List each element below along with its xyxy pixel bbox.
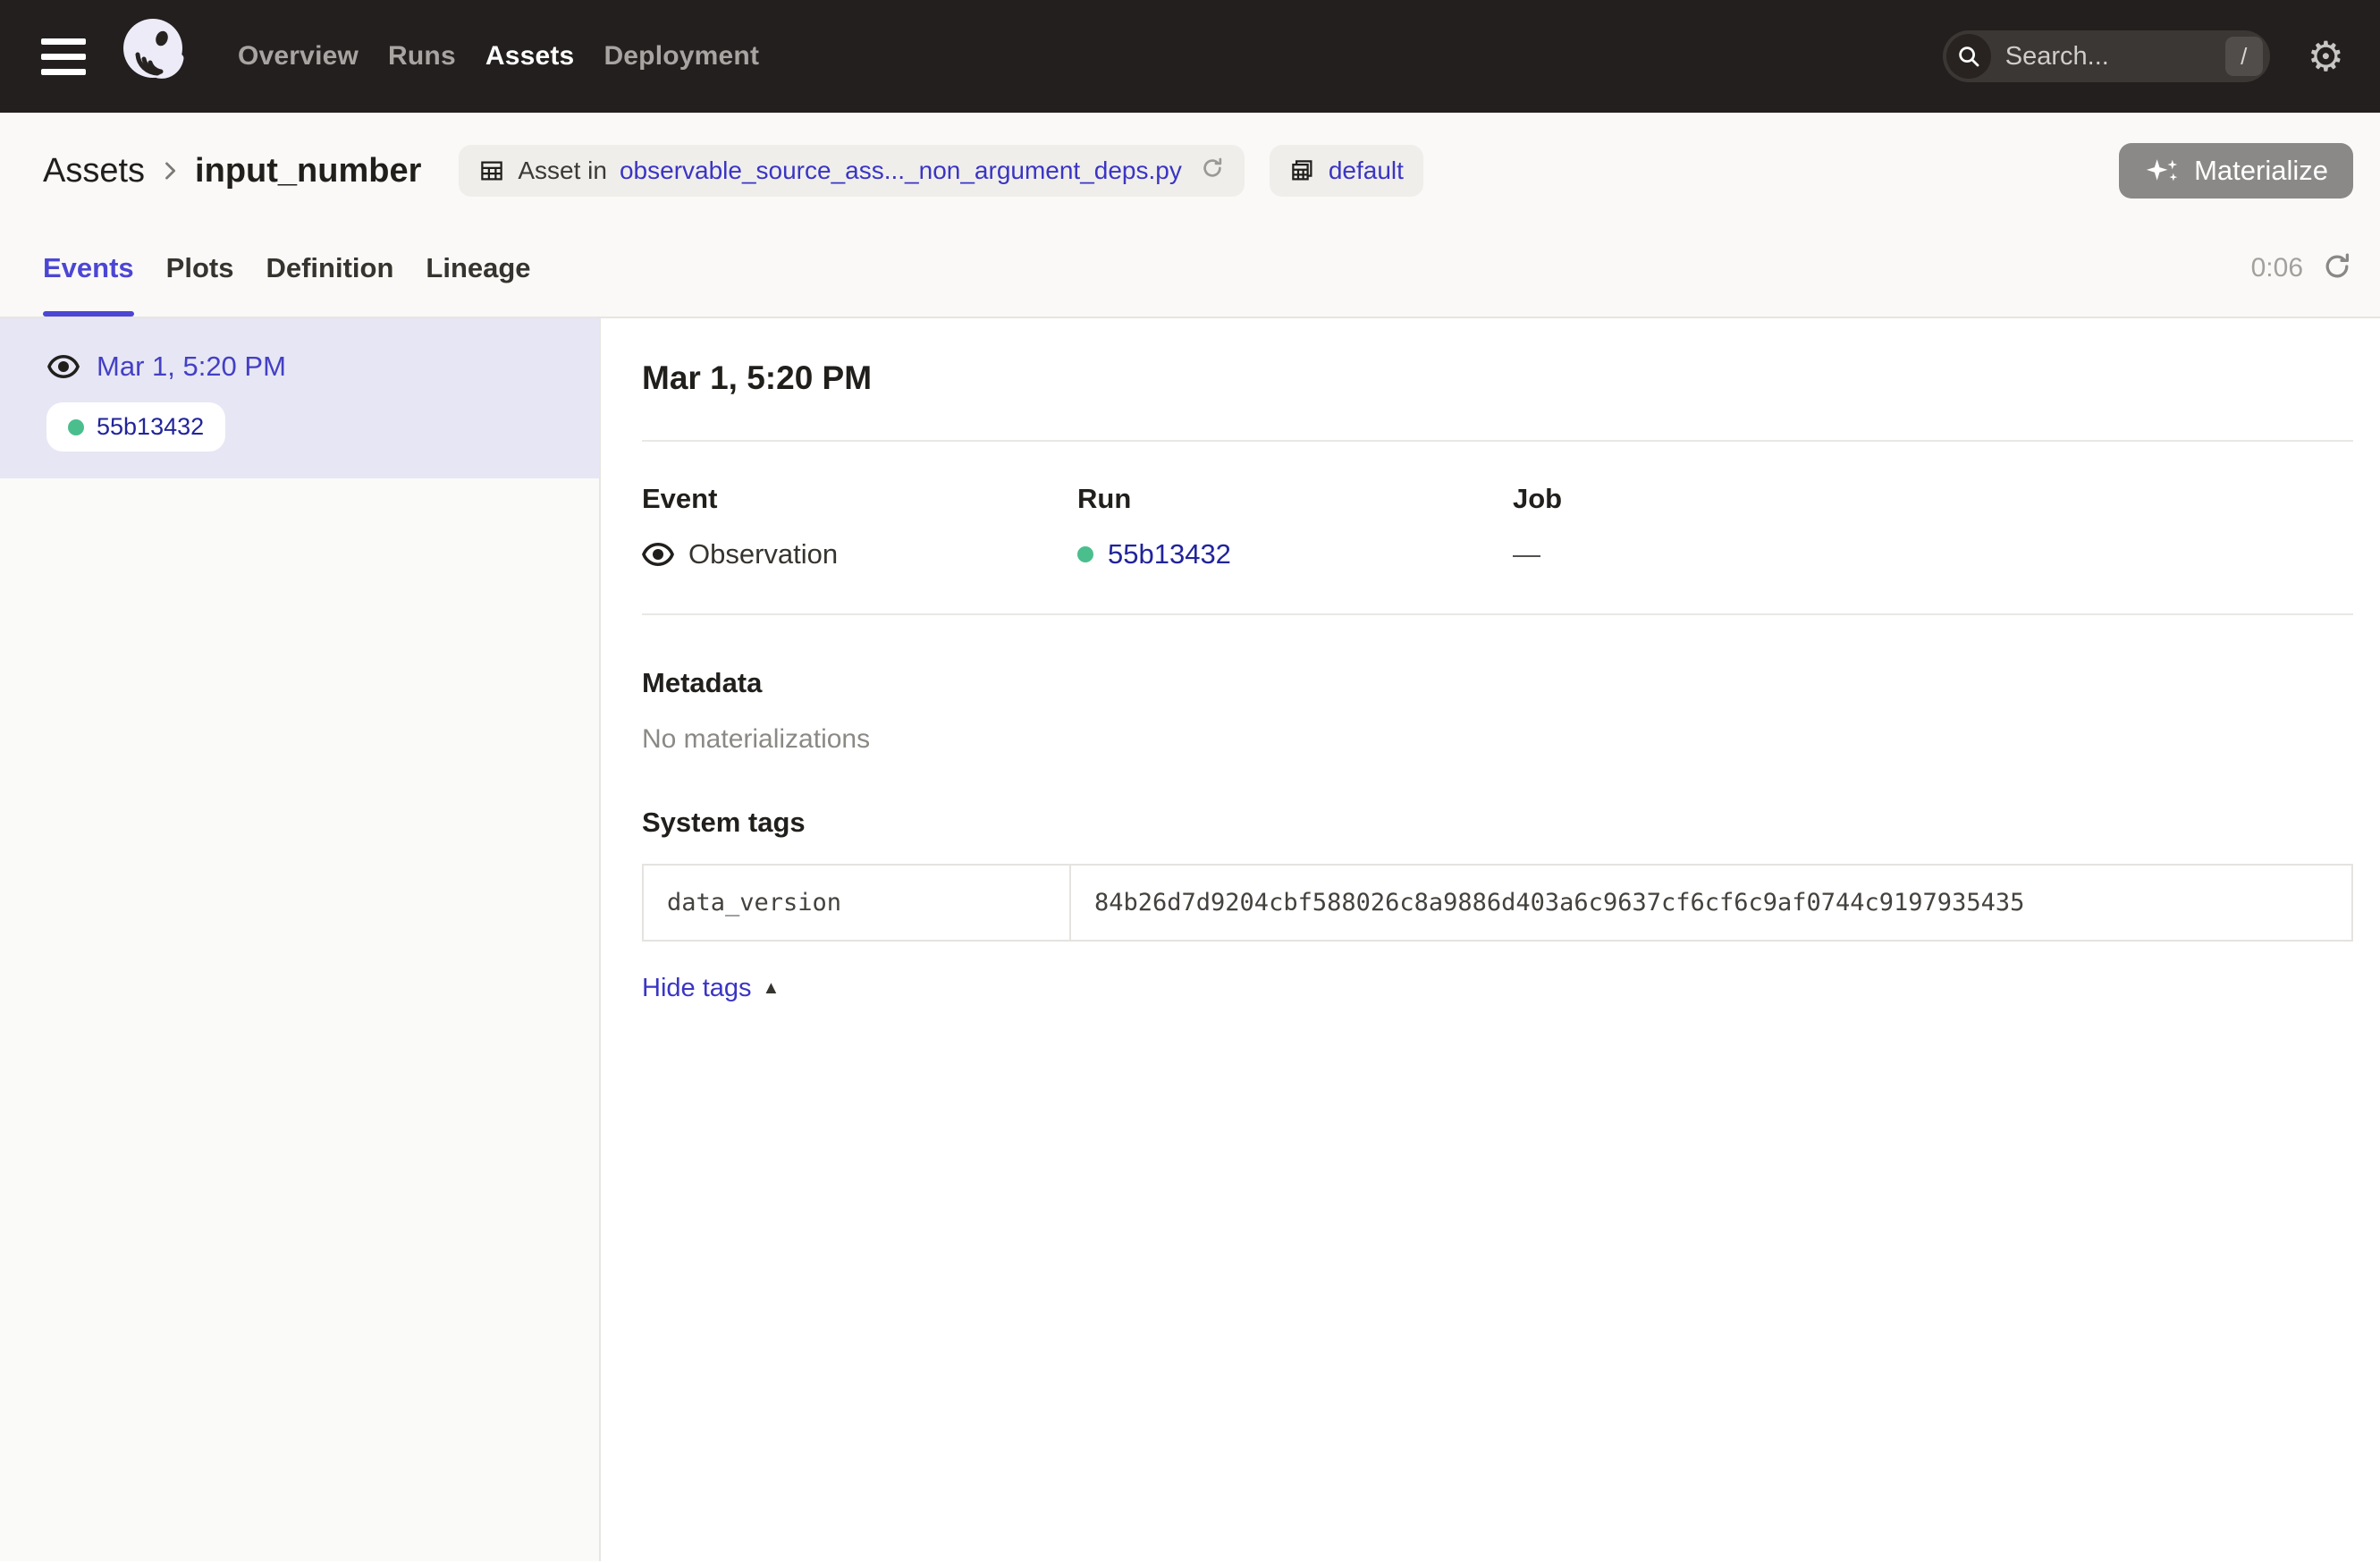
run-column-label: Run: [1077, 483, 1513, 515]
event-detail-title: Mar 1, 5:20 PM: [642, 359, 2353, 397]
observation-eye-icon: [642, 541, 674, 568]
tab-lineage[interactable]: Lineage: [426, 220, 530, 317]
event-run-id: 55b13432: [97, 413, 204, 441]
breadcrumb: Assets input_number Asset in observable_…: [0, 113, 2380, 220]
asset-tabs: Events Plots Definition Lineage 0:06: [0, 220, 2380, 317]
hide-tags-label: Hide tags: [642, 974, 752, 1003]
collapse-triangle-icon: ▲: [763, 978, 781, 999]
event-list-sidebar: Mar 1, 5:20 PM 55b13432: [0, 318, 601, 1561]
metadata-empty-message: No materializations: [642, 724, 2353, 755]
table-grid-icon: [478, 157, 505, 184]
observation-eye-icon: [46, 353, 80, 380]
page-title: input_number: [195, 152, 421, 190]
event-column-label: Event: [642, 483, 1077, 515]
job-empty-value: —: [1513, 538, 1540, 570]
run-status-dot: [68, 419, 84, 435]
dagster-logo[interactable]: [116, 15, 191, 97]
repository-icon: [1289, 157, 1316, 184]
top-nav: Overview Runs Assets Deployment / ⚙: [0, 0, 2380, 113]
run-id-link[interactable]: 55b13432: [1108, 538, 1231, 570]
gear-icon[interactable]: ⚙: [2308, 36, 2344, 77]
system-tag-key: data_version: [644, 866, 1071, 940]
system-tags-table: data_version 84b26d7d9204cbf588026c8a988…: [642, 864, 2353, 942]
breadcrumb-assets-link[interactable]: Assets: [43, 152, 145, 190]
system-tag-value: 84b26d7d9204cbf588026c8a9886d403a6c9637c…: [1071, 866, 2351, 940]
repository-link[interactable]: default: [1329, 156, 1404, 185]
metadata-heading: Metadata: [642, 667, 2353, 699]
event-timestamp: Mar 1, 5:20 PM: [97, 351, 286, 383]
materialize-button[interactable]: Materialize: [2119, 143, 2353, 199]
run-status-dot: [1077, 546, 1093, 562]
search-box[interactable]: /: [1943, 30, 2270, 82]
search-shortcut-key: /: [2225, 37, 2263, 76]
nav-item-runs[interactable]: Runs: [388, 41, 456, 72]
refresh-countdown: 0:06: [2251, 253, 2303, 283]
system-tags-heading: System tags: [642, 807, 2353, 839]
chevron-right-icon: [157, 158, 182, 183]
asset-location-pill: Asset in observable_source_ass..._non_ar…: [459, 145, 1244, 197]
repository-pill: default: [1270, 145, 1423, 197]
reload-location-icon[interactable]: [1200, 156, 1225, 187]
materialize-label: Materialize: [2194, 155, 2328, 187]
page-header: Assets input_number Asset in observable_…: [0, 113, 2380, 318]
asset-location-prefix: Asset in: [518, 156, 607, 185]
nav-item-deployment[interactable]: Deployment: [603, 41, 759, 72]
tab-events[interactable]: Events: [43, 220, 134, 317]
refresh-icon[interactable]: [2321, 250, 2353, 287]
asset-file-link[interactable]: observable_source_ass..._non_argument_de…: [620, 156, 1182, 185]
sparkles-icon: [2144, 157, 2180, 184]
nav-item-overview[interactable]: Overview: [238, 41, 359, 72]
tab-definition[interactable]: Definition: [266, 220, 393, 317]
event-run-pill[interactable]: 55b13432: [46, 402, 225, 452]
job-column-label: Job: [1513, 483, 1948, 515]
event-type-value: Observation: [688, 538, 838, 570]
nav-menu: Overview Runs Assets Deployment: [238, 41, 759, 72]
nav-item-assets[interactable]: Assets: [485, 41, 575, 72]
search-input[interactable]: [2005, 42, 2184, 72]
event-list-item[interactable]: Mar 1, 5:20 PM 55b13432: [0, 318, 599, 478]
tab-plots[interactable]: Plots: [166, 220, 234, 317]
event-detail-panel: Mar 1, 5:20 PM Event Observation Run 55b…: [601, 318, 2380, 1561]
search-icon: [1946, 34, 1991, 79]
menu-icon[interactable]: [41, 38, 86, 75]
hide-tags-link[interactable]: Hide tags ▲: [642, 974, 780, 1003]
